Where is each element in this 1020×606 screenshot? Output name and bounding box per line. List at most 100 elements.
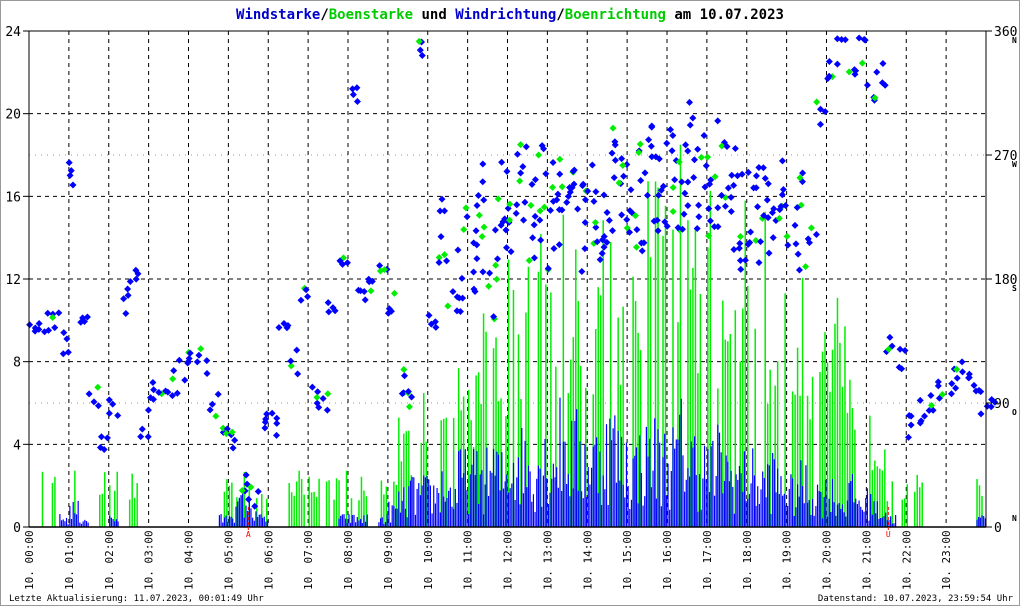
x-tick-label: 10. 22:00: [900, 530, 913, 590]
wind-direction-point: [85, 390, 93, 398]
wind-direction-point: [873, 68, 881, 76]
title-part-4: Windrichtung: [455, 7, 556, 23]
wind-direction-point: [294, 370, 302, 378]
wind-direction-point: [513, 201, 521, 209]
wind-direction-point: [645, 136, 653, 144]
wind-direction-point: [682, 141, 690, 149]
title-part-2: Boenstarke: [329, 7, 413, 23]
x-tick-label: 10. 13:00: [541, 530, 554, 590]
gust-direction-point: [493, 275, 501, 283]
wind-direction-point: [144, 406, 152, 414]
gust-direction-point: [478, 233, 486, 241]
wind-direction-point: [666, 126, 674, 134]
wind-direction-point: [728, 171, 736, 179]
gust-direction-point: [390, 289, 398, 297]
wind-direction-point: [680, 210, 688, 218]
wind-direction-point: [879, 59, 887, 67]
gust-direction-point: [492, 261, 500, 269]
x-tick-label: 10. 08:00: [342, 530, 355, 590]
wind-direction-point: [684, 202, 692, 210]
wind-direction-point: [755, 163, 763, 171]
gust-direction-point: [858, 59, 866, 67]
wind-direction-point: [610, 174, 618, 182]
wind-direction-point: [273, 414, 281, 422]
wind-direction-point: [574, 205, 582, 213]
wind-direction-point: [64, 348, 72, 356]
wind-direction-point: [479, 160, 487, 168]
gust-direction-point: [802, 263, 810, 271]
wind-direction-point: [376, 262, 384, 270]
wind-direction-point: [730, 245, 738, 253]
wind-direction-point: [778, 191, 786, 199]
wind-direction-point: [765, 249, 773, 257]
title-part-3: und: [413, 7, 455, 23]
wind-direction-point: [170, 367, 178, 375]
wind-direction-point: [833, 60, 841, 68]
wind-direction-point: [529, 234, 537, 242]
wind-direction-point: [663, 139, 671, 147]
wind-direction-point: [514, 150, 522, 158]
wind-direction-point: [308, 383, 316, 391]
wind-direction-point: [349, 91, 357, 99]
wind-direction-point: [581, 245, 589, 253]
wind-direction-point: [319, 394, 327, 402]
wind-direction-point: [498, 158, 506, 166]
y2-tick-label: 90: [994, 397, 1010, 412]
wind-direction-point: [736, 239, 744, 247]
wind-direction-point: [702, 162, 710, 170]
wind-direction-point: [231, 436, 239, 444]
wind-direction-point: [486, 269, 494, 277]
wind-direction-point: [214, 390, 222, 398]
wind-direction-point: [268, 409, 276, 417]
wind-direction-point: [507, 248, 515, 256]
chart-window: Windstarke/Boenstarke und Windrichtung/B…: [0, 0, 1020, 606]
x-tick-label: 10. 15:00: [621, 530, 634, 590]
wind-direction-point: [437, 233, 445, 241]
wind-direction-point: [549, 159, 557, 167]
wind-direction-point: [627, 186, 635, 194]
wind-direction-point: [752, 172, 760, 180]
wind-direction-point: [778, 157, 786, 165]
wind-direction-point: [522, 143, 530, 151]
wind-direction-point: [175, 356, 183, 364]
wind-direction-point: [638, 247, 646, 255]
wind-direction-point: [706, 217, 714, 225]
wind-direction-point: [473, 255, 481, 263]
wind-direction-point: [59, 350, 67, 358]
x-tick-label: 10. 06:00: [262, 530, 275, 590]
x-tick-label: 10. 23:00: [940, 530, 953, 590]
wind-direction-point: [671, 176, 679, 184]
wind-direction-point: [608, 227, 616, 235]
wind-direction-point: [463, 213, 471, 221]
wind-direction-point: [695, 213, 703, 221]
wind-direction-point: [479, 268, 487, 276]
gust-direction-point: [212, 412, 220, 420]
wind-direction-point: [689, 114, 697, 122]
wind-direction-point: [144, 433, 152, 441]
wind-direction-point: [784, 241, 792, 249]
wind-direction-point: [727, 207, 735, 215]
x-tick-label: 10. 21:00: [860, 530, 873, 590]
gust-direction-point: [632, 243, 640, 251]
wind-direction-point: [812, 230, 820, 238]
wind-direction-point: [641, 169, 649, 177]
wind-direction-point: [794, 250, 802, 258]
x-tick-label: 10. 05:00: [222, 530, 235, 590]
wind-direction-point: [563, 198, 571, 206]
wind-direction-point: [633, 226, 641, 234]
wind-direction-point: [503, 167, 511, 175]
gust-direction-point: [475, 211, 483, 219]
wind-direction-point: [648, 153, 656, 161]
x-tick-label: 10. 14:00: [581, 530, 594, 590]
wind-direction-point: [474, 191, 482, 199]
gust-direction-point: [609, 124, 617, 132]
wind-direction-point: [149, 378, 157, 386]
title-part-5: /: [556, 7, 564, 23]
wind-direction-point: [55, 309, 63, 317]
gust-direction-point: [736, 233, 744, 241]
y-tick-label: 4: [13, 438, 21, 453]
wind-direction-point: [791, 221, 799, 229]
wind-direction-point: [669, 131, 677, 139]
title-part-7: am 10.07.2023: [666, 7, 784, 23]
x-tick-label: 10. 12:00: [502, 530, 515, 590]
